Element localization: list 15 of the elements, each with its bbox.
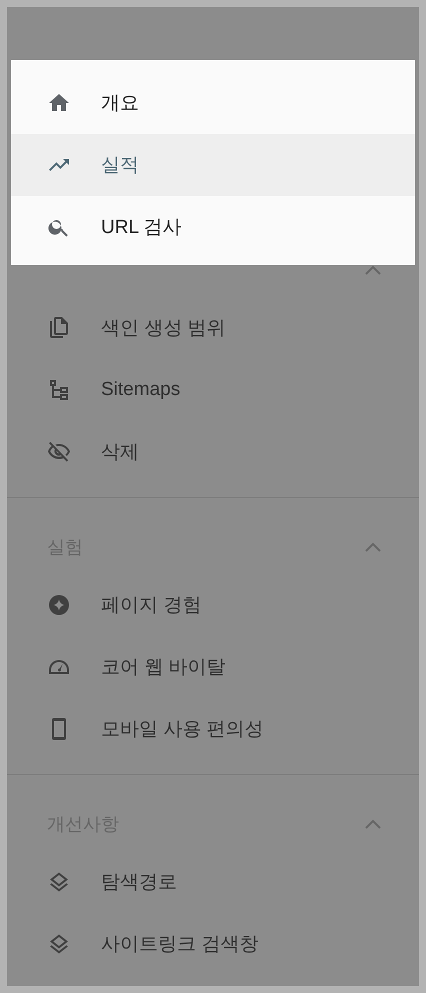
nav-item[interactable]: 실적 <box>11 134 415 196</box>
nav-item[interactable]: 모바일 사용 편의성 <box>7 698 419 760</box>
collapse-chevron-icon[interactable] <box>365 819 381 829</box>
nav-item[interactable]: 코어 웹 바이탈 <box>7 636 419 698</box>
collapse-chevron-icon[interactable] <box>365 265 381 275</box>
nav-item[interactable]: 색인 생성 범위 <box>7 297 419 359</box>
nav-item[interactable]: 탐색경로 <box>7 851 419 913</box>
copy-icon <box>47 316 71 340</box>
sitemap-icon <box>47 378 71 402</box>
nav-item[interactable]: 삭제 <box>7 421 419 483</box>
nav-item[interactable]: 사이트링크 검색창 <box>7 913 419 975</box>
collapse-chevron-icon[interactable] <box>365 542 381 552</box>
nav-item[interactable]: 페이지 경험 <box>7 574 419 636</box>
eye-off-icon <box>47 440 71 464</box>
nav-item[interactable]: Sitemaps <box>7 359 419 421</box>
